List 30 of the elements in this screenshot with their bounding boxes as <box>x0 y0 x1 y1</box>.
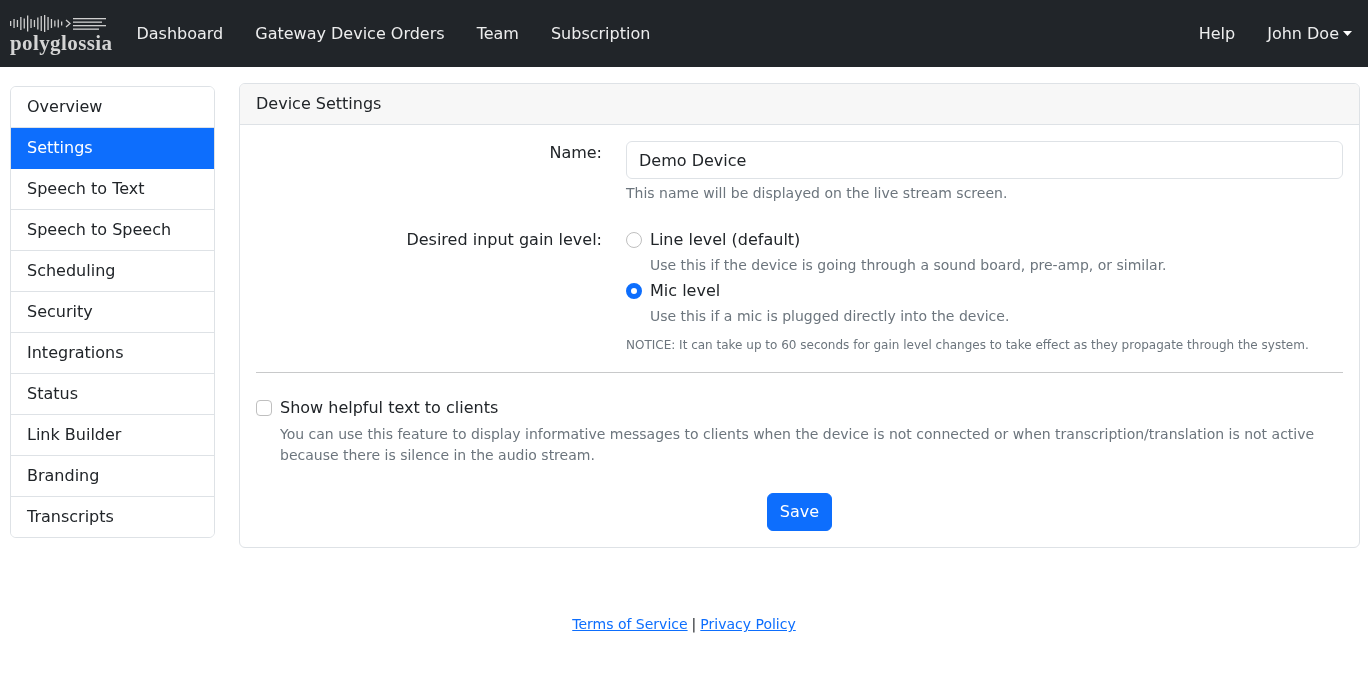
caret-icon <box>1343 31 1352 36</box>
field-label: Name: <box>549 143 602 162</box>
sidebar-item[interactable]: Settings <box>11 128 214 169</box>
logo-text[interactable]: polyglossia <box>10 32 113 53</box>
footer-link[interactable]: Privacy Policy <box>700 616 796 632</box>
notice-text: NOTICE: It can take up to 60 seconds for gain level changes to take effect as they propagate through the system. <box>626 337 1310 354</box>
radio-label[interactable]: Mic level <box>650 279 721 303</box>
radio-label[interactable]: Line level (default) <box>650 228 801 252</box>
separator: | <box>691 616 697 632</box>
nav-link[interactable]: Subscription <box>534 13 667 54</box>
sidebar-item[interactable]: Overview <box>11 87 214 128</box>
help-text: You can use this feature to display informative messages to clients when the device is not connected or when transcription/translation is not active because there is silence in the audio stream. <box>279 425 1316 465</box>
name-input[interactable]: Demo Device <box>626 141 1343 179</box>
nav-link[interactable]: Team <box>460 13 535 54</box>
help-text: This name will be displayed on the live stream screen. <box>626 184 1009 203</box>
nav-link[interactable]: Gateway Device Orders <box>239 13 461 54</box>
radio-button[interactable] <box>626 232 642 248</box>
help-text: Use this if the device is going through a sound board, pre-amp, or similar. <box>649 256 1168 275</box>
save-button[interactable]: Save <box>766 493 833 531</box>
radio-button[interactable] <box>626 283 642 299</box>
field-label: Desired input gain level: <box>406 230 602 249</box>
nav-link[interactable]: Dashboard <box>120 13 240 54</box>
help-text: Use this if a mic is plugged directly into the device. <box>649 307 1011 326</box>
waveform-logo-icon <box>10 14 106 32</box>
card-header: Device Settings <box>240 84 1359 125</box>
checkbox[interactable] <box>256 400 272 416</box>
nav-link[interactable]: Help <box>1182 13 1252 54</box>
checkbox-label[interactable]: Show helpful text to clients <box>280 396 499 420</box>
footer-link[interactable]: Terms of Service <box>572 616 688 632</box>
user-menu-link[interactable]: John Doe <box>1251 13 1368 54</box>
